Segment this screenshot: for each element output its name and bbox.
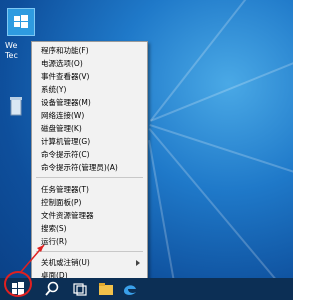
annotation-circle <box>4 271 32 297</box>
desktop-screen: We Tec 程序和功能(F) 电源选项(O) 事件查看器(V) 系统(Y) 设… <box>0 0 293 300</box>
annotation-arrow <box>19 244 45 274</box>
